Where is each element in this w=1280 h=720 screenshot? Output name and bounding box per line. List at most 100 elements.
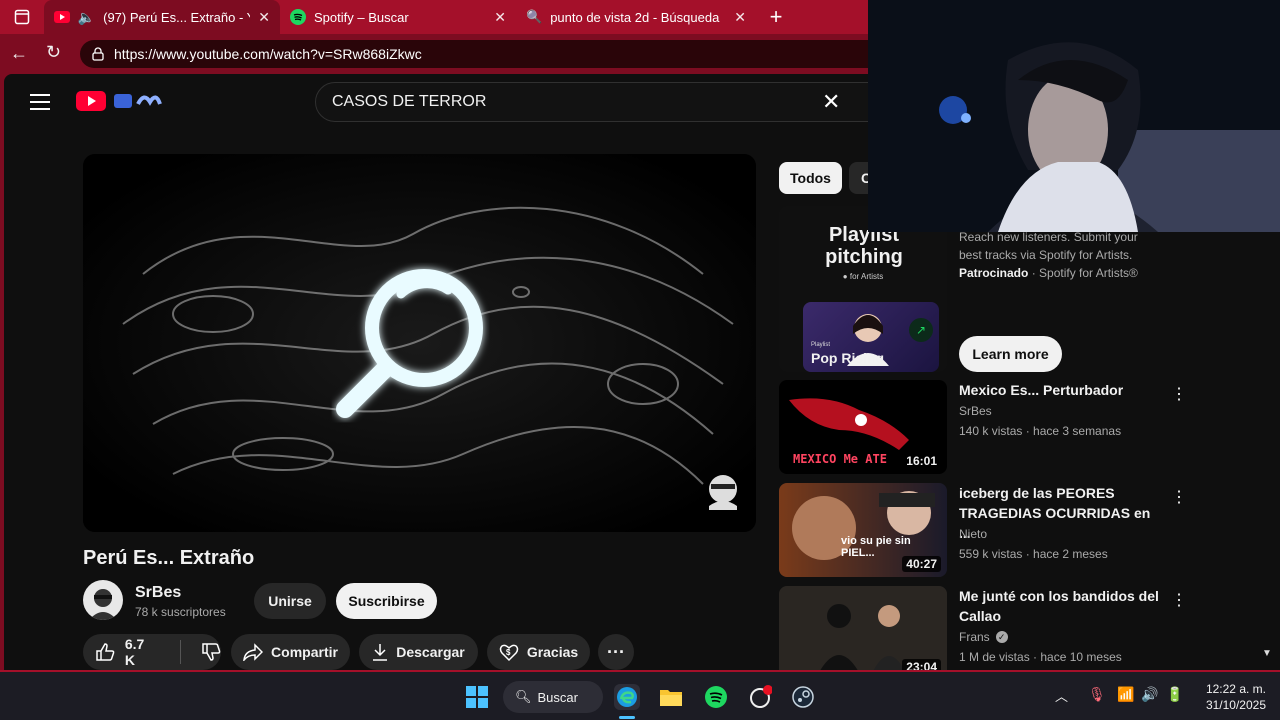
close-tab-icon[interactable]: ✕	[494, 9, 506, 26]
youtube-play-logo-icon	[76, 91, 106, 111]
tab-bing-search[interactable]: 🔍 punto de vista 2d - Búsqueda ✕	[516, 0, 756, 34]
subscriber-count: 78 k suscriptores	[135, 605, 226, 619]
url-field[interactable]: https://www.youtube.com/watch?v=SRw868iZ…	[80, 40, 868, 68]
join-label: Unirse	[268, 593, 312, 609]
refresh-button[interactable]: ↻	[46, 42, 61, 63]
video-thumbnail[interactable]: 23:04	[779, 586, 947, 670]
share-label: Compartir	[271, 644, 338, 660]
share-button[interactable]: Compartir	[231, 634, 350, 670]
share-icon	[243, 643, 264, 661]
more-vertical-icon[interactable]: ⋮	[1171, 487, 1187, 507]
thanks-button[interactable]: $ Gracias	[487, 634, 590, 670]
ad-thumb-playlist-tag: Playlist	[811, 342, 831, 348]
recommendation-item[interactable]: MEXICO Me ATE 16:01 Mexico Es... Perturb…	[779, 380, 1199, 475]
channel-name[interactable]: SrBes	[959, 404, 992, 418]
avatar-face-icon	[89, 589, 117, 620]
steam-icon	[792, 686, 814, 708]
search-favicon-icon: 🔍	[526, 9, 543, 24]
menu-icon[interactable]	[30, 94, 50, 110]
video-thumbnail[interactable]: MEXICO Me ATE 16:01	[779, 380, 947, 474]
video-title[interactable]: iceberg de las PEORES TRAGEDIAS OCURRIDA…	[959, 483, 1159, 543]
download-icon	[373, 644, 388, 661]
tab-actions-button[interactable]	[0, 0, 44, 34]
video-player[interactable]	[83, 154, 756, 532]
microphone-icon[interactable]: 🎙	[1088, 686, 1106, 703]
taskbar-search[interactable]: 🔍︎ Buscar	[503, 681, 603, 713]
ad-thumb-playlist-name: Pop Rising	[811, 350, 885, 366]
more-vertical-icon[interactable]: ⋮	[1171, 590, 1187, 610]
clear-search-icon[interactable]: ✕	[822, 89, 840, 115]
spotify-taskbar-button[interactable]	[703, 684, 729, 710]
join-button[interactable]: Unirse	[254, 583, 326, 619]
divider	[180, 640, 182, 664]
subscribe-button[interactable]: Suscribirse	[336, 583, 437, 619]
ad-sponsor-line: Patrocinado · Spotify for Artists®	[959, 266, 1138, 280]
battery-icon[interactable]: 🔋	[1166, 686, 1183, 703]
scroll-down-arrow-icon[interactable]: ▼	[1262, 648, 1272, 659]
recommendation-item[interactable]: 23:04 Me junté con los bandidos del Call…	[779, 586, 1199, 670]
video-duration: 23:04	[902, 659, 941, 670]
youtube-logo[interactable]	[76, 90, 166, 112]
video-title: Perú Es... Extraño	[83, 547, 255, 569]
app-taskbar-button[interactable]	[747, 684, 773, 710]
video-frame-art	[83, 154, 756, 532]
download-label: Descargar	[396, 644, 465, 660]
youtube-favicon-icon	[54, 11, 70, 23]
folder-icon	[660, 690, 682, 706]
clock[interactable]: 12:22 a. m. 31/10/2025	[1196, 681, 1266, 713]
search-box[interactable]: CASOS DE TERROR ✕	[315, 82, 875, 122]
chip-label: Todos	[790, 170, 831, 186]
svg-text:$: $	[506, 648, 511, 657]
channel-name[interactable]: SrBes	[135, 584, 181, 602]
close-tab-icon[interactable]: ✕	[734, 9, 746, 26]
recommendation-item[interactable]: vio su pie sin PIEL... 40:27 iceberg de …	[779, 483, 1199, 578]
channel-name[interactable]: Nieto	[959, 527, 987, 541]
more-actions-button[interactable]: ···	[598, 634, 634, 670]
channel-name[interactable]: Frans	[959, 630, 990, 644]
edge-active-indicator	[619, 716, 635, 719]
edge-taskbar-button[interactable]	[614, 684, 640, 710]
clock-time: 12:22 a. m.	[1205, 682, 1266, 696]
back-button[interactable]: ←	[10, 43, 28, 64]
doodle-logo-icon	[114, 94, 162, 108]
video-thumbnail[interactable]: vio su pie sin PIEL... 40:27	[779, 483, 947, 577]
new-tab-button[interactable]: +	[756, 0, 796, 34]
more-horizontal-icon: ···	[607, 641, 625, 662]
file-explorer-button[interactable]	[658, 684, 684, 710]
chevron-up-icon[interactable]: ︿	[1055, 686, 1068, 705]
growth-arrow-icon: ↗	[909, 318, 933, 342]
edge-icon	[617, 687, 637, 707]
super-thanks-icon: $	[499, 644, 519, 662]
ad-description: Reach new listeners. Submit your best tr…	[959, 228, 1138, 282]
start-button[interactable]	[464, 684, 490, 710]
subscribe-label: Suscribirse	[348, 593, 425, 609]
lock-icon	[92, 47, 104, 61]
video-title[interactable]: Me junté con los bandidos del Callao	[959, 586, 1159, 626]
ad-desc-line: best tracks via Spotify for Artists.	[959, 248, 1133, 262]
more-vertical-icon[interactable]: ⋮	[1171, 384, 1187, 404]
speaker-icon[interactable]: 🔈	[78, 9, 95, 26]
thanks-label: Gracias	[526, 644, 579, 660]
wifi-icon[interactable]: 📶	[1117, 686, 1134, 703]
thumbs-up-icon	[96, 643, 115, 661]
tab-spotify[interactable]: Spotify – Buscar ✕	[280, 0, 516, 34]
tab-youtube[interactable]: 🔈 (97) Perú Es... Extraño - YouTu ✕	[44, 0, 280, 34]
search-input[interactable]: CASOS DE TERROR	[332, 93, 486, 111]
sponsored-label: Patrocinado	[959, 266, 1029, 280]
video-title[interactable]: Mexico Es... Perturbador	[959, 380, 1159, 400]
close-tab-icon[interactable]: ✕	[258, 9, 270, 26]
search-label: Buscar	[537, 689, 578, 705]
chip-all[interactable]: Todos	[779, 162, 842, 194]
channel-watermark-icon	[709, 475, 737, 510]
download-button[interactable]: Descargar	[359, 634, 478, 670]
steam-taskbar-button[interactable]	[790, 684, 816, 710]
channel-avatar[interactable]	[83, 580, 123, 620]
address-bar-row: ← ↻ https://www.youtube.com/watch?v=SRw8…	[0, 34, 868, 74]
tab-title: (97) Perú Es... Extraño - YouTu	[103, 9, 250, 25]
learn-more-button[interactable]: Learn more	[959, 336, 1062, 372]
people-thumbnail	[779, 586, 947, 670]
like-button[interactable]: 6.7 K	[95, 636, 158, 668]
thumbs-down-icon[interactable]	[201, 642, 221, 662]
tab-title: punto de vista 2d - Búsqueda	[550, 9, 720, 25]
volume-icon[interactable]: 🔊	[1141, 686, 1158, 703]
